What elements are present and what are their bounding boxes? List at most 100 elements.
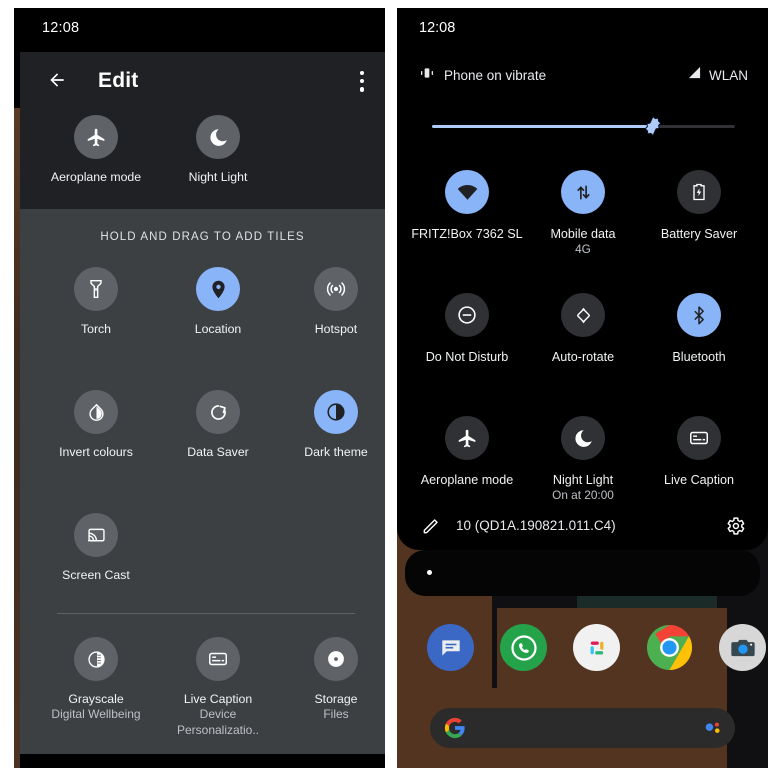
airplane-icon [445, 416, 489, 460]
edit-app-bar: Edit [20, 52, 385, 107]
qs-tile-label: Night Light [552, 473, 614, 487]
mobile-data-icon [561, 170, 605, 214]
qs-tile-label: Battery Saver [660, 227, 738, 241]
more-vert-icon[interactable] [360, 71, 365, 92]
qs-status-row: Phone on vibrate WLAN [419, 66, 748, 88]
tile-sublabel: Device Personalizatio.. [176, 707, 260, 737]
moon-icon [561, 416, 605, 460]
google-g-icon [444, 717, 466, 739]
left-phone-screen: 12:08 Edit Aeroplane mode Night Light HO… [14, 8, 385, 768]
brightness-thumb-icon[interactable] [642, 115, 664, 137]
qs-tile-label: Do Not Disturb [425, 350, 509, 364]
qs-tile-night-light[interactable]: Night Light On at 20:00 [525, 416, 641, 504]
page-title: Edit [98, 69, 139, 92]
home-page-indicator-bar [405, 550, 760, 596]
qs-tile-live-caption[interactable]: Live Caption [641, 416, 757, 488]
qs-tile-auto-rotate[interactable]: Auto-rotate [525, 293, 641, 365]
qs-tile-wifi[interactable]: FRITZ!Box 7362 SL [409, 170, 525, 242]
phone-on-vibrate-status: Phone on vibrate [419, 66, 546, 85]
hold-and-drag-label: HOLD AND DRAG TO ADD TILES [100, 231, 305, 243]
tile-label: Storage [314, 692, 358, 706]
messages-icon[interactable] [427, 624, 474, 671]
tile-label: Grayscale [68, 692, 124, 706]
qs-tile-label: Bluetooth [672, 350, 726, 364]
tile-hotspot[interactable]: Hotspot [284, 267, 385, 337]
left-status-bar: 12:08 [20, 8, 385, 52]
screenshot-root: 12:08 Edit Aeroplane mode Night Light HO… [0, 0, 782, 782]
home-dock [397, 624, 768, 686]
auto-rotate-icon [561, 293, 605, 337]
qs-tile-label: Aeroplane mode [420, 473, 514, 487]
qs-tile-aeroplane-mode[interactable]: Aeroplane mode [409, 416, 525, 488]
tile-dark-theme[interactable]: Dark theme [284, 390, 385, 460]
tile-data-saver[interactable]: Data Saver [166, 390, 270, 460]
active-tiles-area: Aeroplane mode Night Light [20, 107, 385, 209]
tile-location[interactable]: Location [166, 267, 270, 337]
moon-icon [196, 115, 240, 159]
google-search-bar[interactable] [430, 708, 735, 748]
tile-aeroplane-mode-active[interactable]: Aeroplane mode [44, 115, 148, 185]
tile-storage[interactable]: Storage Files [284, 637, 385, 723]
chrome-icon[interactable] [646, 624, 693, 671]
section-divider [57, 613, 355, 614]
qs-tile-sublabel: 4G [575, 242, 591, 257]
tile-screen-cast[interactable]: Screen Cast [44, 513, 148, 583]
quick-settings-panel: Phone on vibrate WLAN FRITZ!Box 7362 SL … [397, 52, 768, 550]
grayscale-icon [74, 637, 118, 681]
vibration-icon [419, 66, 435, 85]
location-pin-icon [196, 267, 240, 311]
hold-and-drag-area: HOLD AND DRAG TO ADD TILES Torch Locatio… [20, 209, 385, 754]
brightness-slider[interactable] [432, 115, 735, 137]
tile-grayscale[interactable]: Grayscale Digital Wellbeing [44, 637, 148, 723]
qs-tile-label: Auto-rotate [551, 350, 615, 364]
flashlight-icon [74, 267, 118, 311]
tile-label: Night Light [188, 170, 248, 184]
left-clock: 12:08 [42, 20, 80, 36]
build-number-label: 10 (QD1A.190821.011.C4) [456, 518, 616, 533]
tile-night-light-active[interactable]: Night Light [166, 115, 270, 185]
storage-icon [314, 637, 358, 681]
qs-footer: 10 (QD1A.190821.011.C4) [397, 504, 768, 550]
tile-label: Data Saver [187, 445, 249, 459]
right-clock: 12:08 [419, 20, 456, 36]
right-status-bar: 12:08 [397, 8, 768, 52]
tile-label: Hotspot [314, 322, 358, 336]
tile-label: Dark theme [304, 445, 368, 459]
camera-icon[interactable] [719, 624, 766, 671]
arrow-back-icon[interactable] [46, 70, 68, 90]
network-status: WLAN [687, 66, 748, 85]
bluetooth-icon [677, 293, 721, 337]
wifi-icon [445, 170, 489, 214]
qs-tile-label: FRITZ!Box 7362 SL [411, 227, 523, 241]
tile-sublabel: Files [323, 707, 349, 722]
qs-tile-mobile-data[interactable]: Mobile data 4G [525, 170, 641, 258]
do-not-disturb-icon [445, 293, 489, 337]
qs-tile-label: Live Caption [663, 473, 734, 487]
qs-tile-label: Mobile data [550, 227, 616, 241]
tile-live-caption[interactable]: Live Caption Device Personalizatio.. [166, 637, 270, 739]
qs-tile-sublabel: On at 20:00 [552, 488, 614, 503]
gear-icon[interactable] [724, 515, 746, 537]
tile-label: Torch [80, 322, 112, 336]
tile-torch[interactable]: Torch [44, 267, 148, 337]
whatsapp-icon[interactable] [500, 624, 547, 671]
tile-invert-colours[interactable]: Invert colours [44, 390, 148, 460]
live-caption-icon [196, 637, 240, 681]
battery-saver-icon [677, 170, 721, 214]
qs-tile-bluetooth[interactable]: Bluetooth [641, 293, 757, 365]
assistant-icon[interactable] [704, 720, 722, 736]
hotspot-icon [314, 267, 358, 311]
qs-tile-battery-saver[interactable]: Battery Saver [641, 170, 757, 242]
dark-theme-icon [314, 390, 358, 434]
network-label: WLAN [708, 68, 748, 83]
airplane-icon [74, 115, 118, 159]
tile-label: Screen Cast [62, 568, 130, 582]
slider-fill [432, 125, 654, 128]
qs-tile-do-not-disturb[interactable]: Do Not Disturb [409, 293, 525, 365]
tile-label: Live Caption [183, 692, 253, 706]
invert-colors-icon [74, 390, 118, 434]
slack-icon[interactable] [573, 624, 620, 671]
tile-sublabel: Digital Wellbeing [51, 707, 141, 722]
page-dot [427, 570, 432, 575]
pencil-icon[interactable] [421, 516, 441, 536]
